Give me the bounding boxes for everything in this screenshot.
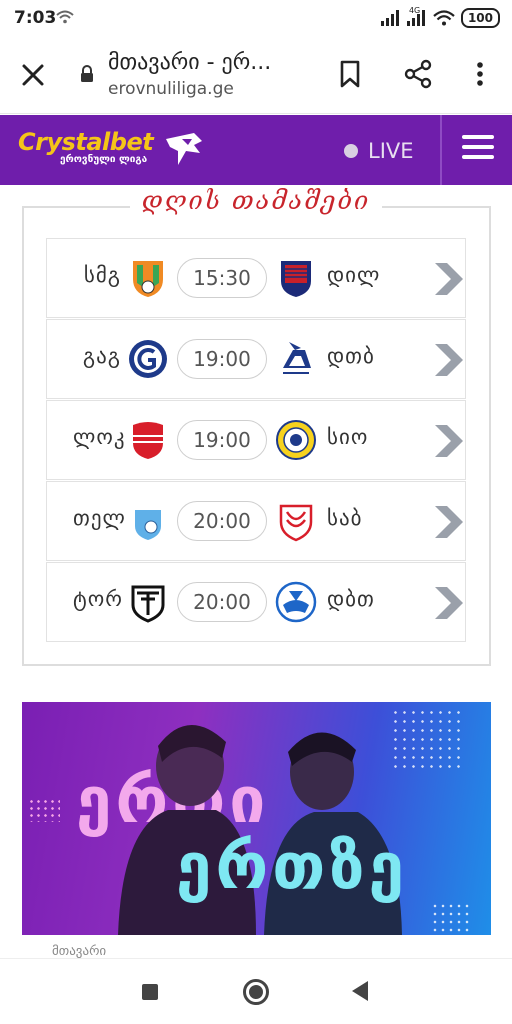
live-label: LIVE <box>368 139 414 163</box>
match-row[interactable]: ტორ 20:00 დბთ <box>46 562 466 642</box>
away-team-name: დილ <box>327 263 381 287</box>
matches-title: დღის თამაშები <box>129 186 383 215</box>
match-time: 19:00 <box>177 339 267 379</box>
status-time: 7:03 <box>14 8 57 28</box>
signal-icon <box>380 10 401 26</box>
logo-main-text: Crystalbet <box>18 128 154 156</box>
away-team-name: საბ <box>327 506 363 530</box>
home-team-name: ტორ <box>73 587 123 611</box>
lock-icon <box>81 65 93 82</box>
crystalbet-logo[interactable]: Crystalbet ეროვნული ლიგა <box>18 128 154 165</box>
league-mark-icon <box>166 133 202 165</box>
match-row[interactable]: სმგ 15:30 დილ <box>46 238 466 318</box>
wifi-icon <box>56 10 74 24</box>
team-crest-icon <box>133 261 163 297</box>
team-crest-icon <box>135 504 161 540</box>
match-time: 19:00 <box>177 420 267 460</box>
signal-4g-icon: 4G <box>406 6 427 26</box>
chevron-right-icon[interactable] <box>431 423 465 459</box>
chevron-right-icon[interactable] <box>431 261 465 297</box>
away-team-name: სიო <box>327 425 369 449</box>
header-divider <box>440 115 442 185</box>
team-crest-icon <box>129 340 167 378</box>
decorative-dots <box>431 902 471 932</box>
team-crest-icon <box>279 504 313 542</box>
match-row[interactable]: ლოკ 19:00 სიო <box>46 400 466 480</box>
recent-apps-icon[interactable] <box>142 984 158 1000</box>
live-dot-icon <box>344 144 358 158</box>
team-crest-icon <box>283 342 311 374</box>
away-team-name: დთბ <box>327 344 375 368</box>
decorative-dots <box>28 798 60 822</box>
home-team-name: ლოკ <box>73 425 126 449</box>
site-header: Crystalbet ეროვნული ლიგა LIVE <box>0 115 512 185</box>
chevron-right-icon[interactable] <box>431 504 465 540</box>
battery-indicator: 100 <box>460 8 500 28</box>
bookmark-icon[interactable] <box>336 58 364 90</box>
team-crest-icon <box>275 581 317 623</box>
status-bar: 7:03 4G 100 <box>0 0 512 36</box>
match-time: 20:00 <box>177 582 267 622</box>
home-team-name: სმგ <box>83 263 121 287</box>
logo-sub-text: ეროვნული ლიგა <box>60 154 148 165</box>
wifi-icon <box>433 10 455 26</box>
home-icon[interactable] <box>243 979 269 1005</box>
team-crest-icon <box>131 585 165 623</box>
page-title[interactable]: მთავარი - ერ... <box>108 50 318 75</box>
live-button[interactable]: LIVE <box>344 139 414 163</box>
promo-banner[interactable]: ერთი ერთზე <box>22 702 491 935</box>
more-options-icon[interactable] <box>468 58 492 90</box>
chevron-right-icon[interactable] <box>431 342 465 378</box>
chevron-right-icon[interactable] <box>431 585 465 621</box>
close-icon[interactable] <box>18 60 48 90</box>
footer-link[interactable]: მთავარი <box>52 944 106 959</box>
team-crest-icon <box>276 420 316 460</box>
home-team-name: გაგ <box>82 344 121 368</box>
browser-toolbar: მთავარი - ერ... erovnuliliga.ge <box>0 36 512 114</box>
back-icon[interactable] <box>352 981 368 1001</box>
team-crest-icon <box>131 422 165 459</box>
match-row[interactable]: გაგ 19:00 დთბ <box>46 319 466 399</box>
match-time: 15:30 <box>177 258 267 298</box>
system-nav-bar <box>0 958 512 1024</box>
team-crest-icon <box>281 261 311 297</box>
share-icon[interactable] <box>402 58 434 90</box>
url-domain[interactable]: erovnuliliga.ge <box>108 79 234 99</box>
home-team-name: თელ <box>73 506 126 530</box>
away-team-name: დბთ <box>327 587 375 611</box>
hamburger-menu-icon[interactable] <box>462 135 494 163</box>
match-row[interactable]: თელ 20:00 საბ <box>46 481 466 561</box>
status-indicators: 4G 100 <box>380 6 500 30</box>
match-time: 20:00 <box>177 501 267 541</box>
banner-headline-line2: ერთზე <box>176 830 408 904</box>
